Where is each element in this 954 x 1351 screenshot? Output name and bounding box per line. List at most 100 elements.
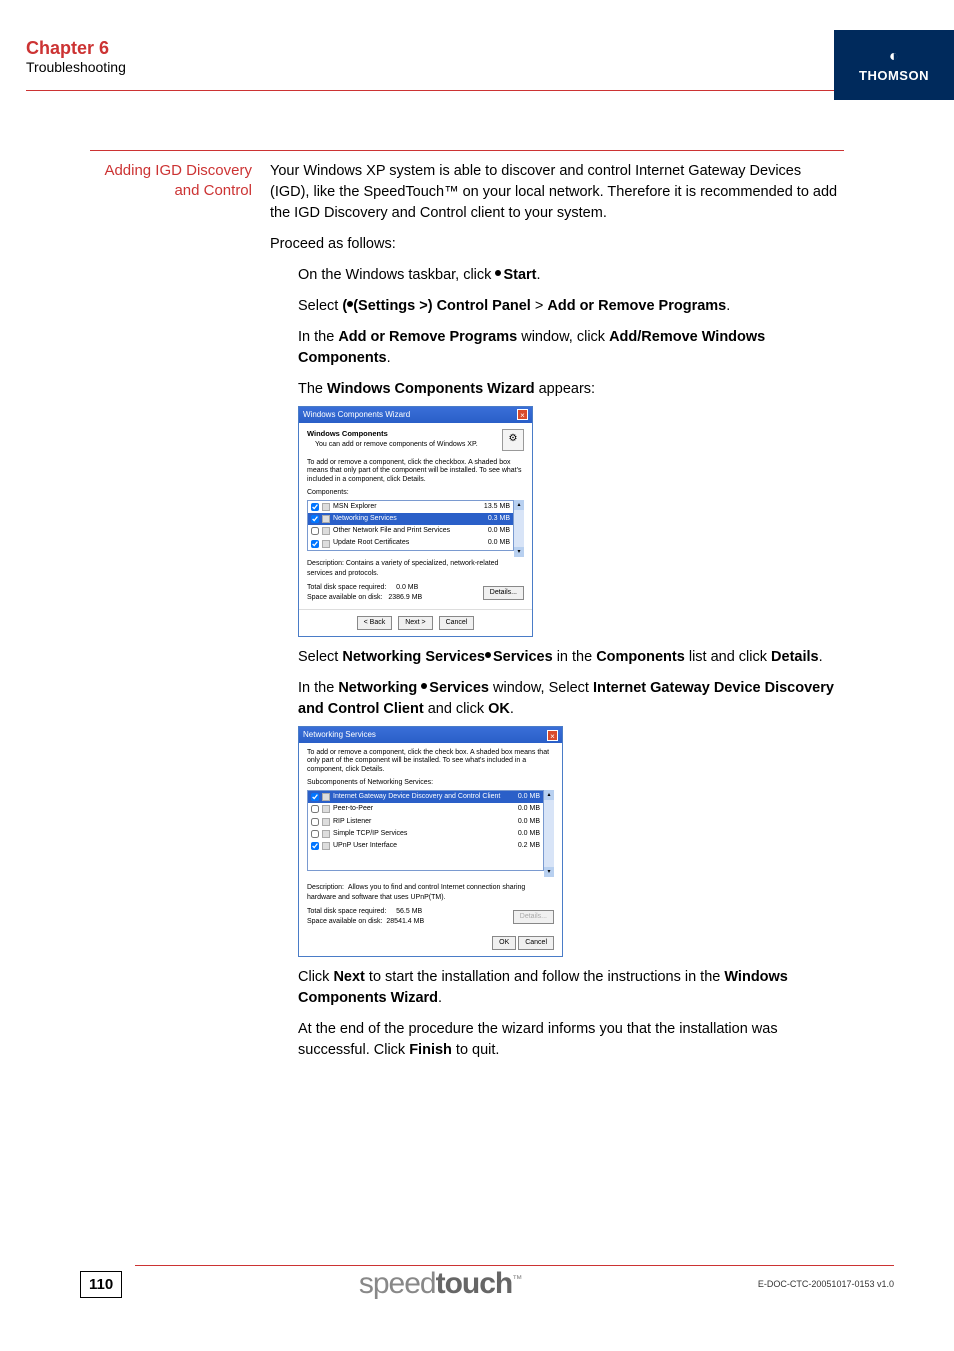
thomson-logo: ◐ THOMSON xyxy=(834,30,954,100)
ns-cancel-button[interactable]: Cancel xyxy=(518,936,554,950)
req-value: 0.0 MB xyxy=(396,584,418,591)
subcomponent-checkbox[interactable] xyxy=(311,805,319,813)
page-number: 110 xyxy=(80,1271,122,1298)
tm-icon: ™ xyxy=(512,1274,521,1285)
scroll-up-icon[interactable]: ▴ xyxy=(514,500,524,510)
chapter-title: Chapter 6 xyxy=(26,38,126,59)
scroll-up-icon[interactable]: ▴ xyxy=(544,790,554,800)
subcomponent-checkbox[interactable] xyxy=(311,830,319,838)
doc-reference: E-DOC-CTC-20051017-0153 v1.0 xyxy=(758,1279,894,1289)
rip-icon xyxy=(322,818,330,826)
close-icon[interactable]: × xyxy=(517,409,528,420)
ns-req-value: 56.5 MB xyxy=(396,908,422,915)
step-4: The Windows Components Wizard appears: W… xyxy=(298,379,844,637)
subcomponents-list[interactable]: Internet Gateway Device Discovery and Co… xyxy=(307,790,544,871)
wizard-instructions: To add or remove a component, click the … xyxy=(307,459,524,484)
other-net-icon xyxy=(322,527,330,535)
component-row[interactable]: Other Network File and Print Services 0.… xyxy=(308,525,513,537)
next-button[interactable]: Next > xyxy=(398,616,432,630)
page-footer: 110 speedtouch™ E-DOC-CTC-20051017-0153 … xyxy=(80,1267,894,1301)
subcomponent-row[interactable]: Peer-to-Peer 0.0 MB xyxy=(308,803,543,815)
start-icon xyxy=(495,270,501,276)
ns-instructions: To add or remove a component, click the … xyxy=(307,749,554,774)
component-checkbox[interactable] xyxy=(311,540,319,548)
section-label-line1: Adding IGD Discovery xyxy=(104,162,252,179)
step-2: Select ((Settings >) Control Panel > Add… xyxy=(298,296,844,317)
cert-icon xyxy=(322,540,330,548)
description-label: Description: xyxy=(307,560,344,567)
components-label: Components: xyxy=(307,488,524,498)
close-icon[interactable]: × xyxy=(547,730,558,741)
step-5pl返回5: Select Networking ServicesServices in th… xyxy=(298,647,844,668)
components-icon: ⚙ xyxy=(502,429,524,451)
scrollbar[interactable]: ▴ ▾ xyxy=(514,500,524,557)
igd-icon xyxy=(322,793,330,801)
avail-value: 2386.9 MB xyxy=(388,594,422,601)
subcomponent-checkbox[interactable] xyxy=(311,818,319,826)
details-button[interactable]: Details... xyxy=(483,586,524,600)
component-row[interactable]: MSN Explorer 13.5 MB xyxy=(308,501,513,513)
ns-desc-label: Description: xyxy=(307,884,344,891)
ns-avail-label: Space available on disk: xyxy=(307,918,383,925)
component-checkbox[interactable] xyxy=(311,527,319,535)
ok-button[interactable]: OK xyxy=(492,936,516,950)
page-header: Chapter 6 Troubleshooting ◐ THOMSON xyxy=(0,30,954,100)
proceed-text: Proceed as follows: xyxy=(270,234,844,255)
back-button[interactable]: < Back xyxy=(357,616,393,630)
footer-rule xyxy=(135,1265,894,1266)
subcomponent-row-selected[interactable]: Internet Gateway Device Discovery and Co… xyxy=(308,791,543,803)
tcpip-icon xyxy=(322,830,330,838)
component-checkbox[interactable] xyxy=(311,503,319,511)
wizard-subheading: You can add or remove components of Wind… xyxy=(315,440,502,450)
msn-icon xyxy=(322,503,330,511)
networking-services-dialog: Networking Services × To add or remove a… xyxy=(298,726,563,956)
subcomponent-row[interactable]: RIP Listener 0.0 MB xyxy=(308,816,543,828)
component-row-selected[interactable]: Networking Services 0.3 MB xyxy=(308,513,513,525)
subcomponent-row[interactable]: Simple TCP/IP Services 0.0 MB xyxy=(308,828,543,840)
components-list[interactable]: MSN Explorer 13.5 MB Networking Services… xyxy=(307,500,514,551)
section-label-line2: and Control xyxy=(174,182,252,199)
services-icon xyxy=(421,683,427,689)
scroll-down-icon[interactable]: ▾ xyxy=(544,867,554,877)
scrollbar[interactable]: ▴ ▾ xyxy=(544,790,554,877)
p2p-icon xyxy=(322,805,330,813)
req-label: Total disk space required: xyxy=(307,584,386,591)
step-7: Click Next to start the installation and… xyxy=(298,967,844,1009)
wizard-title: Windows Components Wizard xyxy=(303,409,410,421)
avail-label: Space available on disk: xyxy=(307,594,383,601)
subcomponent-checkbox[interactable] xyxy=(311,842,319,850)
body-column: Your Windows XP system is able to discov… xyxy=(270,161,844,1071)
section-label: Adding IGD Discovery and Control xyxy=(90,161,270,1071)
wizard-buttons: < Back Next > Cancel xyxy=(299,609,532,636)
step-8: At the end of the procedure the wizard i… xyxy=(298,1019,844,1061)
step-3: In the Add or Remove Programs window, cl… xyxy=(298,327,844,369)
speedtouch-logo: speedtouch™ xyxy=(359,1267,521,1301)
step-1: On the Windows taskbar, click Start. xyxy=(298,265,844,286)
ns-req-label: Total disk space required: xyxy=(307,908,386,915)
subcomponents-label: Subcomponents of Networking Services: xyxy=(307,778,554,788)
intro-text: Your Windows XP system is able to discov… xyxy=(270,161,844,224)
upnp-icon xyxy=(322,842,330,850)
subcomponent-row[interactable]: UPnP User Interface 0.2 MB xyxy=(308,840,543,852)
scroll-down-icon[interactable]: ▾ xyxy=(514,547,524,557)
content-area: Adding IGD Discovery and Control Your Wi… xyxy=(90,150,844,1071)
ns-titlebar: Networking Services × xyxy=(299,727,562,743)
ns-avail-value: 28541.4 MB xyxy=(386,918,424,925)
subcomponent-checkbox[interactable] xyxy=(311,793,319,801)
step-6: In the Networking Services window, Selec… xyxy=(298,678,844,956)
wizard-heading: Windows Components xyxy=(307,429,502,440)
wizard-titlebar: Windows Components Wizard × xyxy=(299,407,532,423)
ns-title: Networking Services xyxy=(303,729,376,741)
services-icon xyxy=(485,652,491,658)
component-checkbox[interactable] xyxy=(311,515,319,523)
steps-list: On the Windows taskbar, click Start. Sel… xyxy=(270,265,844,1061)
header-rule xyxy=(26,90,834,91)
brand-text: THOMSON xyxy=(859,68,929,83)
chapter-subtitle: Troubleshooting xyxy=(26,59,126,75)
globe-icon: ◐ xyxy=(889,48,899,66)
ns-details-button: Details... xyxy=(513,910,554,924)
chapter-block: Chapter 6 Troubleshooting xyxy=(26,38,126,75)
cancel-button[interactable]: Cancel xyxy=(439,616,475,630)
net-icon xyxy=(322,515,330,523)
component-row[interactable]: Update Root Certificates 0.0 MB xyxy=(308,537,513,549)
